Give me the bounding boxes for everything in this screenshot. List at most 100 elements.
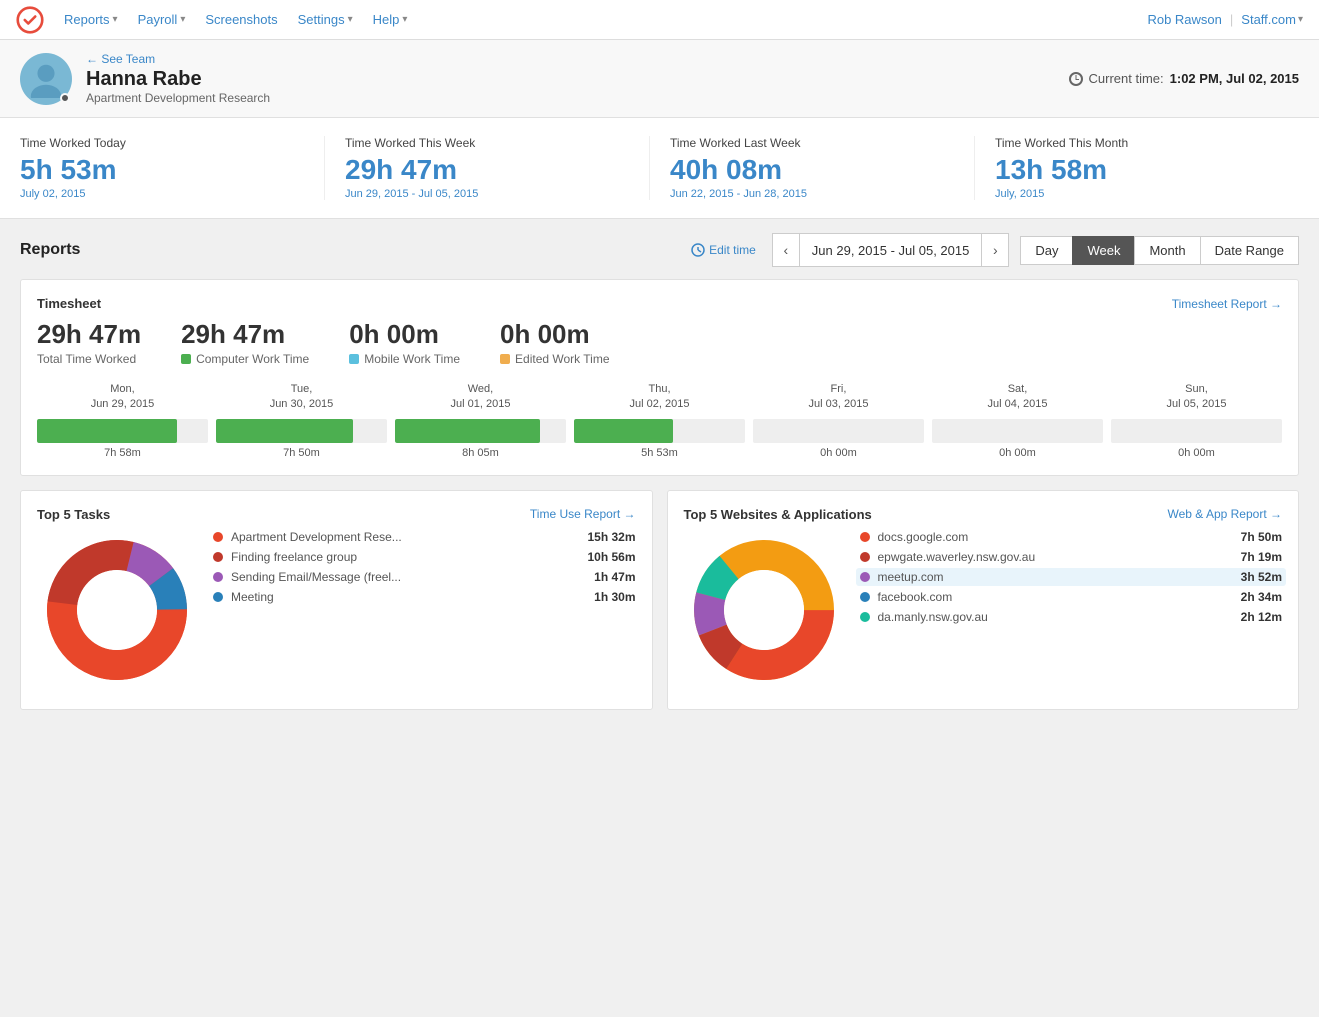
stat-lastweek-label: Time Worked Last Week xyxy=(670,136,954,150)
bar-fill-1 xyxy=(216,419,353,443)
bar-fill-2 xyxy=(395,419,540,443)
day-time-0: 7h 58m xyxy=(104,447,141,459)
period-week-button[interactable]: Week xyxy=(1072,236,1135,265)
see-team-link[interactable]: ← See Team xyxy=(86,52,270,66)
nav-payroll[interactable]: Payroll ▾ xyxy=(130,12,194,27)
website-label-0: docs.google.com xyxy=(878,530,1233,544)
reports-section: Reports Edit time ‹ Jun 29, 2015 - Jul 0… xyxy=(0,219,1319,738)
period-daterange-button[interactable]: Date Range xyxy=(1200,236,1299,265)
nav-help-arrow: ▾ xyxy=(402,14,407,25)
bar-track-5 xyxy=(932,419,1103,443)
website-legend-item-1: epwgate.waverley.nsw.gov.au 7h 19m xyxy=(860,550,1283,564)
topnav-user[interactable]: Rob Rawson xyxy=(1147,12,1221,27)
task-value-0: 15h 32m xyxy=(587,530,635,544)
ts-total: 29h 47m Total Time Worked xyxy=(37,319,141,366)
top-tasks-card: Top 5 Tasks Time Use Report → xyxy=(20,490,653,710)
mobile-dot xyxy=(349,354,359,364)
ts-mobile: 0h 00m Mobile Work Time xyxy=(349,319,460,366)
task-label-3: Meeting xyxy=(231,590,586,604)
profile-name: Hanna Rabe xyxy=(86,68,270,91)
top-tasks-title: Top 5 Tasks xyxy=(37,507,110,522)
ts-mobile-label: Mobile Work Time xyxy=(349,352,460,366)
top-websites-header: Top 5 Websites & Applications Web & App … xyxy=(684,507,1283,522)
day-col-3: Thu,Jul 02, 20155h 53m xyxy=(574,382,745,459)
website-label-1: epwgate.waverley.nsw.gov.au xyxy=(878,550,1233,564)
website-label-4: da.manly.nsw.gov.au xyxy=(878,610,1233,624)
day-col-6: Sun,Jul 05, 2015 0h 00m xyxy=(1111,382,1282,459)
edited-dot xyxy=(500,354,510,364)
bar-track-6 xyxy=(1111,419,1282,443)
top-tasks-inner: Apartment Development Rese...15h 32mFind… xyxy=(37,530,636,693)
profile-left: ← See Team Hanna Rabe Apartment Developm… xyxy=(20,52,270,105)
nav-payroll-arrow: ▾ xyxy=(180,14,185,25)
timesheet-card-header: Timesheet Timesheet Report → xyxy=(37,296,1282,311)
web-app-report-link[interactable]: Web & App Report → xyxy=(1167,507,1282,521)
stat-today: Time Worked Today 5h 53m July 02, 2015 xyxy=(20,136,324,200)
bottom-cards: Top 5 Tasks Time Use Report → xyxy=(20,490,1299,724)
website-dot-3 xyxy=(860,592,870,602)
day-time-5: 0h 00m xyxy=(999,447,1036,459)
website-dot-0 xyxy=(860,532,870,542)
website-value-3: 2h 34m xyxy=(1241,590,1282,604)
ts-edited: 0h 00m Edited Work Time xyxy=(500,319,609,366)
stat-month-label: Time Worked This Month xyxy=(995,136,1279,150)
day-bars: Mon,Jun 29, 2015 7h 58m Tue,Jun 30, 2015 7h… xyxy=(37,382,1282,459)
topnav-right: Rob Rawson | Staff.com ▾ xyxy=(1147,12,1303,27)
website-value-1: 7h 19m xyxy=(1241,550,1282,564)
stat-month: Time Worked This Month 13h 58m July, 201… xyxy=(974,136,1299,200)
website-value-2: 3h 52m xyxy=(1241,570,1282,584)
website-value-0: 7h 50m xyxy=(1241,530,1282,544)
nav-screenshots[interactable]: Screenshots xyxy=(197,12,285,27)
period-day-button[interactable]: Day xyxy=(1020,236,1073,265)
period-month-button[interactable]: Month xyxy=(1134,236,1200,265)
nav-settings-arrow: ▾ xyxy=(348,14,353,25)
date-nav: ‹ Jun 29, 2015 - Jul 05, 2015 › xyxy=(772,233,1010,267)
logo[interactable] xyxy=(16,6,44,34)
day-time-2: 8h 05m xyxy=(462,447,499,459)
website-legend-item-2: meetup.com 3h 52m xyxy=(856,568,1287,586)
day-header-1: Tue,Jun 30, 2015 xyxy=(270,382,334,413)
date-next-button[interactable]: › xyxy=(981,233,1009,267)
nav-reports[interactable]: Reports ▾ xyxy=(56,12,126,27)
ts-computer: 29h 47m Computer Work Time xyxy=(181,319,309,366)
day-time-6: 0h 00m xyxy=(1178,447,1215,459)
profile-role: Apartment Development Research xyxy=(86,91,270,105)
edit-time-button[interactable]: Edit time xyxy=(691,243,756,257)
bar-track-2 xyxy=(395,419,566,443)
ts-edited-value: 0h 00m xyxy=(500,319,609,350)
date-prev-button[interactable]: ‹ xyxy=(772,233,800,267)
top-tasks-header: Top 5 Tasks Time Use Report → xyxy=(37,507,636,522)
website-dot-4 xyxy=(860,612,870,622)
stat-today-value: 5h 53m xyxy=(20,154,304,186)
ts-edited-label: Edited Work Time xyxy=(500,352,609,366)
top-websites-inner: docs.google.com 7h 50m epwgate.waverley.ns… xyxy=(684,530,1283,693)
tasks-donut xyxy=(37,530,197,693)
time-use-report-link[interactable]: Time Use Report → xyxy=(530,507,636,521)
day-col-0: Mon,Jun 29, 2015 7h 58m xyxy=(37,382,208,459)
day-header-2: Wed,Jul 01, 2015 xyxy=(451,382,511,413)
bar-track-1 xyxy=(216,419,387,443)
day-header-5: Sat,Jul 04, 2015 xyxy=(988,382,1048,413)
stat-week-value: 29h 47m xyxy=(345,154,629,186)
timesheet-report-link[interactable]: Timesheet Report → xyxy=(1172,297,1282,311)
nav-help[interactable]: Help ▾ xyxy=(365,12,416,27)
day-time-3: 5h 53m xyxy=(641,447,678,459)
day-header-0: Mon,Jun 29, 2015 xyxy=(91,382,155,413)
stat-lastweek-value: 40h 08m xyxy=(670,154,954,186)
website-label-2: meetup.com xyxy=(878,570,1233,584)
ts-total-value: 29h 47m xyxy=(37,319,141,350)
ts-total-label: Total Time Worked xyxy=(37,352,141,366)
website-legend-item-4: da.manly.nsw.gov.au2h 12m xyxy=(860,610,1283,624)
task-label-0: Apartment Development Rese... xyxy=(231,530,579,544)
nav-settings[interactable]: Settings ▾ xyxy=(290,12,361,27)
stat-week-date: Jun 29, 2015 - Jul 05, 2015 xyxy=(345,188,629,200)
day-header-6: Sun,Jul 05, 2015 xyxy=(1167,382,1227,413)
task-dot-3 xyxy=(213,592,223,602)
top-websites-card: Top 5 Websites & Applications Web & App … xyxy=(667,490,1300,710)
task-dot-2 xyxy=(213,572,223,582)
task-label-2: Sending Email/Message (freel... xyxy=(231,570,586,584)
topnav-staff[interactable]: Staff.com ▾ xyxy=(1241,12,1303,27)
websites-legend: docs.google.com 7h 50m epwgate.waverley.ns… xyxy=(860,530,1283,624)
bar-track-0 xyxy=(37,419,208,443)
website-legend-item-0: docs.google.com 7h 50m xyxy=(860,530,1283,544)
